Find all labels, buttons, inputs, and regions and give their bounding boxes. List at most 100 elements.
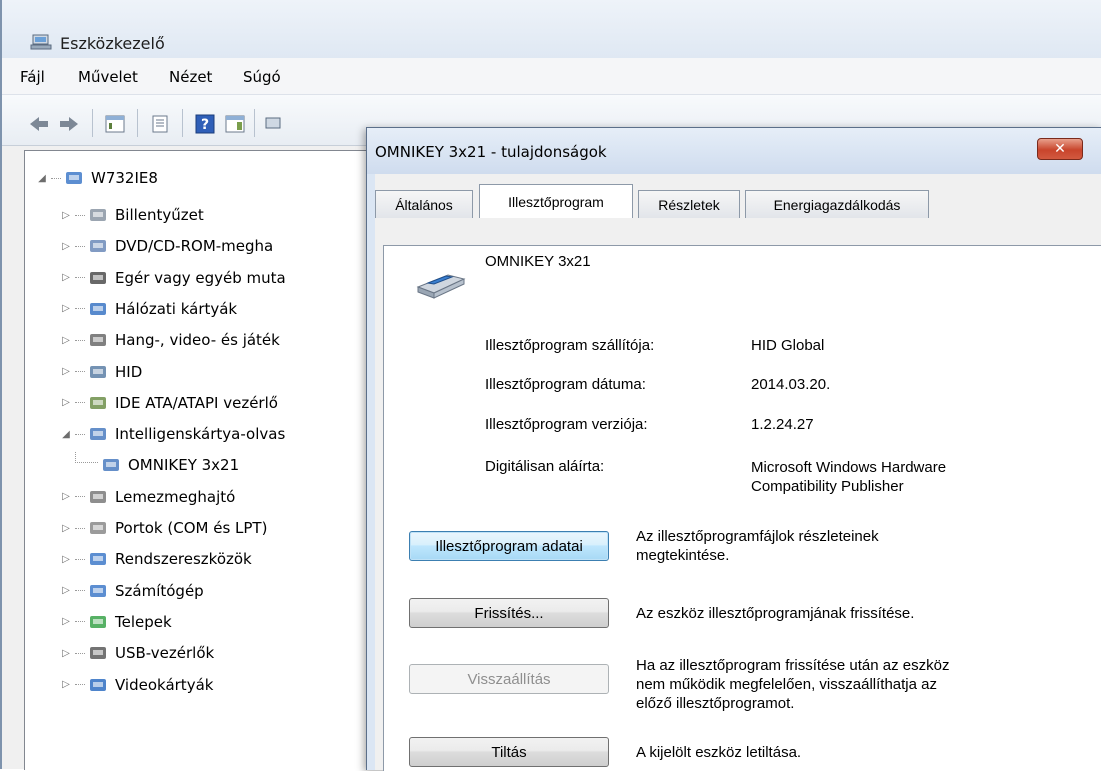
tree-item[interactable]: ▷ HID	[59, 359, 142, 385]
keyboard-icon	[87, 205, 109, 225]
device-tree[interactable]: ◢ W732IE8 ▷ Billentyűzet ▷ DVD/CD-ROM-megha ▷ E…	[24, 150, 374, 770]
forward-arrow-icon[interactable]	[56, 112, 82, 136]
tree-connector	[75, 339, 85, 341]
collapsed-arrow-icon[interactable]: ▷	[59, 554, 73, 565]
mouse-icon	[87, 268, 109, 288]
collapsed-arrow-icon[interactable]: ▷	[59, 679, 73, 690]
expanded-arrow-icon[interactable]: ◢	[59, 429, 73, 440]
tree-item[interactable]: ▷ Portok (COM és LPT)	[59, 515, 267, 541]
menu-file[interactable]: Fájl	[20, 68, 45, 86]
properties-icon[interactable]	[147, 112, 173, 136]
back-arrow-icon[interactable]	[26, 112, 52, 136]
update-driver-button[interactable]: Frissítés...	[409, 598, 609, 628]
tree-item[interactable]: ▷ Egér vagy egyéb muta	[59, 265, 286, 291]
disable-device-description: A kijelölt eszköz letiltása.	[636, 744, 802, 761]
help-icon[interactable]: ?	[192, 112, 218, 136]
battery-icon	[87, 612, 109, 632]
tree-connector	[51, 177, 61, 179]
tree-connector	[75, 621, 85, 623]
tree-item[interactable]: ▷ Hang-, video- és játék	[59, 327, 280, 353]
tree-item[interactable]: ▷ Számítógép	[59, 578, 204, 604]
sound-icon	[87, 330, 109, 350]
tab-general[interactable]: Általános	[375, 190, 473, 218]
tree-item[interactable]: ▷ DVD/CD-ROM-megha	[59, 233, 273, 259]
collapsed-arrow-icon[interactable]: ▷	[59, 585, 73, 596]
menu-help[interactable]: Súgó	[243, 68, 281, 86]
tree-item[interactable]: ▷ Lemezmeghajtó	[59, 484, 235, 510]
toolbar-separator	[137, 109, 138, 137]
hid-icon	[87, 362, 109, 382]
driver-details-description: Az illesztőprogramfájlok részleteinek me…	[636, 528, 879, 564]
tree-item[interactable]: ▷ Videokártyák	[59, 672, 213, 698]
tree-connector	[75, 214, 85, 216]
tree-item-label: Hálózati kártyák	[115, 299, 238, 318]
digital-signer-label: Digitálisan aláírta:	[485, 458, 605, 475]
collapsed-arrow-icon[interactable]: ▷	[59, 491, 73, 502]
collapsed-arrow-icon[interactable]: ▷	[59, 523, 73, 534]
tab-driver[interactable]: Illesztőprogram	[479, 184, 633, 218]
console-tree-icon[interactable]	[102, 112, 128, 136]
smartcard-reader-icon	[412, 265, 468, 305]
tree-item[interactable]: ◢ W732IE8	[35, 165, 158, 191]
menu-action[interactable]: Művelet	[78, 68, 138, 86]
tree-connector	[75, 452, 98, 464]
tree-item[interactable]: ◢ Intelligenskártya-olvas	[59, 421, 285, 447]
collapsed-arrow-icon[interactable]: ▷	[59, 303, 73, 314]
collapsed-arrow-icon[interactable]: ▷	[59, 366, 73, 377]
tree-item[interactable]: ▷ Hálózati kártyák	[59, 296, 237, 322]
tree-child-item[interactable]: OMNIKEY 3x21	[75, 452, 239, 478]
close-button[interactable]: ✕	[1037, 138, 1083, 160]
dialog-title: OMNIKEY 3x21 - tulajdonságok	[375, 143, 607, 161]
tree-connector	[75, 527, 85, 529]
driver-version-label: Illesztőprogram verziója:	[485, 416, 648, 433]
collapsed-arrow-icon[interactable]: ▷	[59, 210, 73, 221]
dvd-drive-icon	[87, 236, 109, 256]
computer-icon	[63, 168, 85, 188]
computer-icon	[87, 581, 109, 601]
roll-back-driver-button[interactable]: Visszaállítás	[409, 664, 609, 694]
tree-item[interactable]: ▷ Telepek	[59, 609, 172, 635]
device-manager-icon	[30, 33, 52, 51]
disable-device-button[interactable]: Tiltás	[409, 737, 609, 767]
tree-item[interactable]: ▷ Billentyűzet	[59, 202, 204, 228]
tree-item-label: IDE ATA/ATAPI vezérlő	[115, 393, 278, 412]
smartcard-device-icon	[100, 455, 122, 475]
title-bar: Eszközkezelő	[2, 0, 1101, 58]
driver-date-label: Illesztőprogram dátuma:	[485, 376, 646, 393]
tree-item[interactable]: ▷ USB-vezérlők	[59, 640, 214, 666]
collapsed-arrow-icon[interactable]: ▷	[59, 272, 73, 283]
scan-hardware-icon[interactable]	[260, 112, 286, 136]
system-devices-icon	[87, 549, 109, 569]
dialog-title-bar: OMNIKEY 3x21 - tulajdonságok ✕	[367, 128, 1101, 174]
close-icon: ✕	[1054, 141, 1066, 157]
action-pane-icon[interactable]	[222, 112, 248, 136]
tree-connector	[75, 496, 85, 498]
tree-item[interactable]: ▷ Rendszereszközök	[59, 546, 252, 572]
tree-item-label: Számítógép	[115, 581, 204, 600]
collapsed-arrow-icon[interactable]: ▷	[59, 648, 73, 659]
svg-text:?: ?	[201, 117, 209, 133]
tree-item-label: Billentyűzet	[115, 206, 204, 224]
driver-details-button[interactable]: Illesztőprogram adatai	[409, 531, 609, 561]
toolbar-separator	[182, 109, 183, 137]
menu-view[interactable]: Nézet	[169, 68, 212, 86]
display-adapter-icon	[87, 675, 109, 695]
collapsed-arrow-icon[interactable]: ▷	[59, 616, 73, 627]
tab-details[interactable]: Részletek	[638, 190, 740, 218]
tab-power-management[interactable]: Energiagazdálkodás	[745, 190, 929, 218]
ide-controller-icon	[87, 393, 109, 413]
tree-item-label: Hang-, video- és játék	[115, 331, 280, 350]
driver-provider-label: Illesztőprogram szállítója:	[485, 337, 655, 354]
tree-item-label: OMNIKEY 3x21	[128, 456, 240, 475]
collapsed-arrow-icon[interactable]: ▷	[59, 397, 73, 408]
tree-item-label: DVD/CD-ROM-megha	[115, 237, 274, 256]
toolbar-separator	[92, 109, 93, 137]
network-adapter-icon	[87, 299, 109, 319]
tree-connector	[75, 652, 85, 654]
expanded-arrow-icon[interactable]: ◢	[35, 173, 49, 184]
tree-item[interactable]: ▷ IDE ATA/ATAPI vezérlő	[59, 390, 278, 416]
collapsed-arrow-icon[interactable]: ▷	[59, 241, 73, 252]
collapsed-arrow-icon[interactable]: ▷	[59, 335, 73, 346]
tree-item-label: Videokártyák	[115, 675, 214, 694]
window-title: Eszközkezelő	[60, 34, 165, 53]
